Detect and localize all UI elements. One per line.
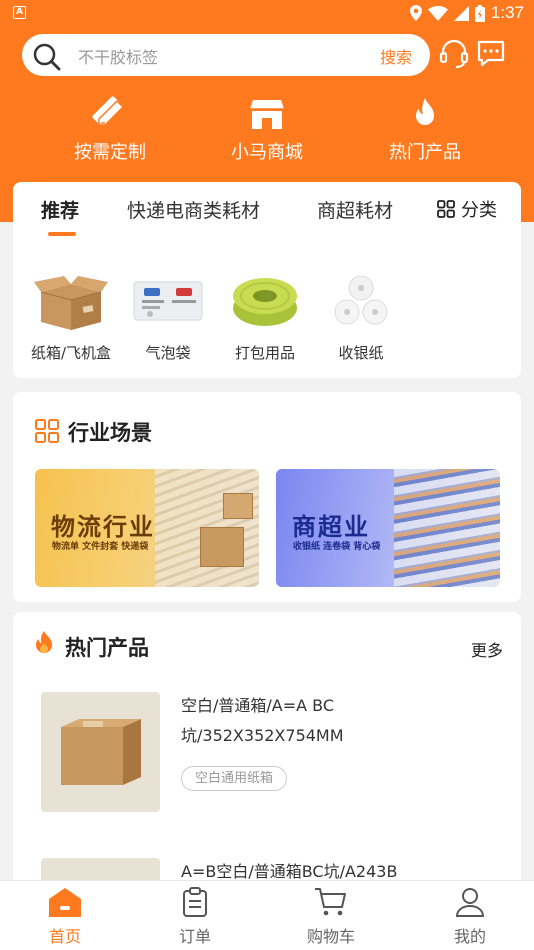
store-icon: [250, 100, 284, 129]
location-icon: [409, 5, 422, 21]
banner-title: 商超业: [292, 513, 370, 541]
shelf-illustration: [394, 469, 500, 587]
category-card: 推荐 快递电商类耗材 商超耗材 分类 纸箱/飞机盒 气泡袋 打包用品 收银纸: [13, 182, 521, 378]
more-link[interactable]: 更多: [471, 637, 503, 661]
nav-home[interactable]: 首页: [25, 887, 105, 947]
category-item-label: 打包用品: [234, 344, 295, 362]
bottom-navigation: 首页 订单 购物车 我的: [0, 880, 534, 950]
tab-recommend[interactable]: 推荐: [41, 196, 79, 223]
quick-entry-label: 热门产品: [389, 142, 461, 163]
search-placeholder[interactable]: 不干胶标签: [78, 44, 158, 68]
category-tabs: 推荐 快递电商类耗材 商超耗材 分类: [13, 182, 521, 236]
search-bar[interactable]: 不干胶标签 搜索: [22, 34, 430, 76]
banner-supermarket[interactable]: 商超业 收银纸 连卷袋 背心袋: [276, 469, 500, 587]
search-button[interactable]: 搜索: [380, 44, 412, 68]
parcel-illustration: [200, 527, 244, 567]
banner-subtitle: 物流单 文件封套 快递袋: [52, 542, 149, 552]
wifi-icon: [427, 5, 448, 21]
active-tab-indicator: [48, 232, 76, 236]
product-tag: 空白通用纸箱: [181, 766, 288, 791]
hot-products-title: 热门产品: [65, 636, 149, 660]
battery-icon: [474, 4, 485, 22]
strapping-roll-icon: [233, 278, 297, 326]
paper-roll-icon: [334, 275, 388, 325]
home-icon: [49, 888, 81, 917]
product-image: [41, 692, 160, 812]
category-button[interactable]: 分类: [437, 196, 497, 222]
customer-service-icon[interactable]: [438, 38, 470, 70]
quick-entry-custom[interactable]: 按需定制: [50, 96, 170, 164]
nav-label: 首页: [48, 927, 81, 946]
parcel-illustration: [223, 493, 253, 519]
app-notification-icon: A: [13, 6, 26, 19]
category-item-label: 纸箱/飞机盒: [30, 344, 112, 362]
tab-supermarket[interactable]: 商超耗材: [317, 196, 393, 223]
quick-entry-label: 小马商城: [231, 142, 303, 163]
clock: 1:37: [490, 3, 524, 22]
nav-orders[interactable]: 订单: [155, 887, 235, 947]
tab-express[interactable]: 快递电商类耗材: [127, 196, 260, 223]
order-icon: [183, 887, 207, 917]
hot-products-card: 热门产品 更多 空白/普通箱/A=A BC坑/352X352X754MM 空白通…: [13, 612, 521, 892]
category-item-label: 气泡袋: [145, 344, 191, 362]
banner-subtitle: 收银纸 连卷袋 背心袋: [293, 542, 381, 552]
banner-logistics[interactable]: 物流行业 物流单 文件封套 快递袋: [35, 469, 259, 587]
nav-label: 购物车: [306, 927, 355, 946]
pencil-ruler-icon: [92, 96, 125, 126]
category-item-receipt-paper[interactable]: 收银纸: [316, 274, 406, 363]
nav-label: 订单: [178, 927, 211, 946]
status-bar: A 1:37: [0, 0, 534, 28]
quick-entry-label: 按需定制: [74, 142, 146, 163]
category-item-label: 收银纸: [338, 344, 384, 362]
nav-profile[interactable]: 我的: [430, 887, 510, 947]
industry-title: 行业场景: [68, 421, 152, 445]
flame-icon: [416, 98, 434, 125]
scene-grid-icon: [35, 419, 59, 443]
search-icon: [33, 43, 61, 71]
category-button-label: 分类: [461, 200, 497, 221]
cart-icon: [315, 888, 346, 916]
product-name: 空白/普通箱/A=A BC坑/352X352X754MM: [181, 696, 344, 745]
quick-entry-mall[interactable]: 小马商城: [207, 96, 327, 164]
user-icon: [455, 888, 485, 917]
category-item-bubble-bag[interactable]: 气泡袋: [123, 274, 213, 363]
category-item-packing[interactable]: 打包用品: [220, 274, 310, 363]
signal-icon: [453, 5, 469, 21]
banner-title: 物流行业: [51, 513, 155, 541]
industry-card: 行业场景 物流行业 物流单 文件封套 快递袋 商超业 收银纸 连卷袋 背心袋: [13, 392, 521, 602]
quick-entry-hot[interactable]: 热门产品: [365, 96, 485, 164]
bubble-bag-icon: [133, 281, 203, 321]
nav-cart[interactable]: 购物车: [291, 887, 371, 947]
message-icon[interactable]: [476, 38, 506, 70]
nav-label: 我的: [453, 927, 486, 946]
grid-icon: [437, 200, 455, 218]
category-item-carton[interactable]: 纸箱/飞机盒: [26, 274, 116, 363]
flame-icon: [36, 631, 52, 653]
carton-box-image: [61, 719, 141, 785]
carton-box-icon: [34, 276, 108, 330]
